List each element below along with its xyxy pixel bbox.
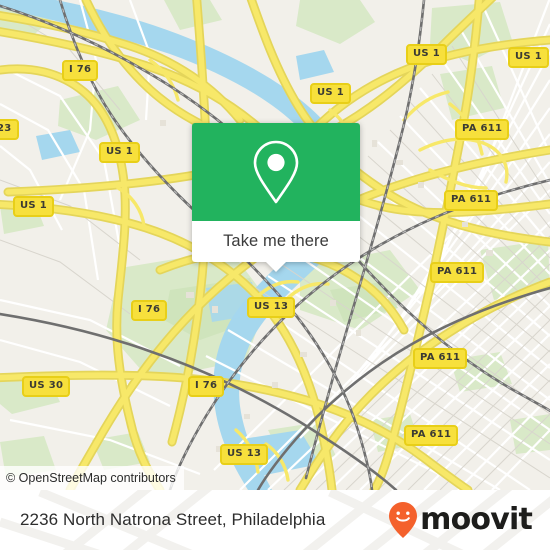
shield-pa-611: PA 611 [430, 262, 485, 283]
location-address: 2236 North Natrona Street, Philadelphia [20, 490, 325, 550]
take-me-there-label: Take me there [223, 232, 329, 250]
shield-i-76: I 76 [131, 300, 168, 321]
map-canvas[interactable]: I 76 23 US 1 US 1 US 1 US 1 US 1 PA 611 … [0, 0, 550, 490]
map-pin-icon [253, 140, 299, 204]
shield-us-13: US 13 [247, 297, 296, 318]
shield-pa-611: PA 611 [455, 119, 510, 140]
map-screenshot: I 76 23 US 1 US 1 US 1 US 1 US 1 PA 611 … [0, 0, 550, 550]
moovit-smiling-pin-icon [389, 502, 418, 538]
footer-bar: 2236 North Natrona Street, Philadelphia … [0, 490, 550, 550]
shield-pa-611: PA 611 [404, 425, 459, 446]
shield-us-1: US 1 [406, 44, 447, 65]
shield-i-76: I 76 [62, 60, 99, 81]
shield-us-1: US 1 [99, 142, 140, 163]
shield-us-30: US 30 [22, 376, 71, 397]
moovit-logo[interactable]: moovit [388, 490, 533, 550]
shield-i-76: I 76 [188, 376, 225, 397]
address-text: 2236 North Natrona Street, Philadelphia [20, 510, 326, 529]
moovit-wordmark: moovit [420, 502, 533, 537]
popup-header [192, 123, 360, 221]
shield-23: 23 [0, 119, 19, 140]
shield-pa-611: PA 611 [444, 190, 499, 211]
shield-us-1: US 1 [508, 47, 549, 68]
attribution-text: © OpenStreetMap contributors [6, 471, 176, 485]
shield-us-13: US 13 [220, 444, 269, 465]
map-attribution[interactable]: © OpenStreetMap contributors [0, 466, 184, 490]
popup-footer[interactable]: Take me there [192, 221, 360, 272]
shield-us-1: US 1 [13, 196, 54, 217]
popup-tail-triangle [266, 262, 286, 272]
shield-us-1: US 1 [310, 83, 351, 104]
shield-pa-611: PA 611 [413, 348, 468, 369]
location-popup[interactable]: Take me there [192, 123, 360, 272]
